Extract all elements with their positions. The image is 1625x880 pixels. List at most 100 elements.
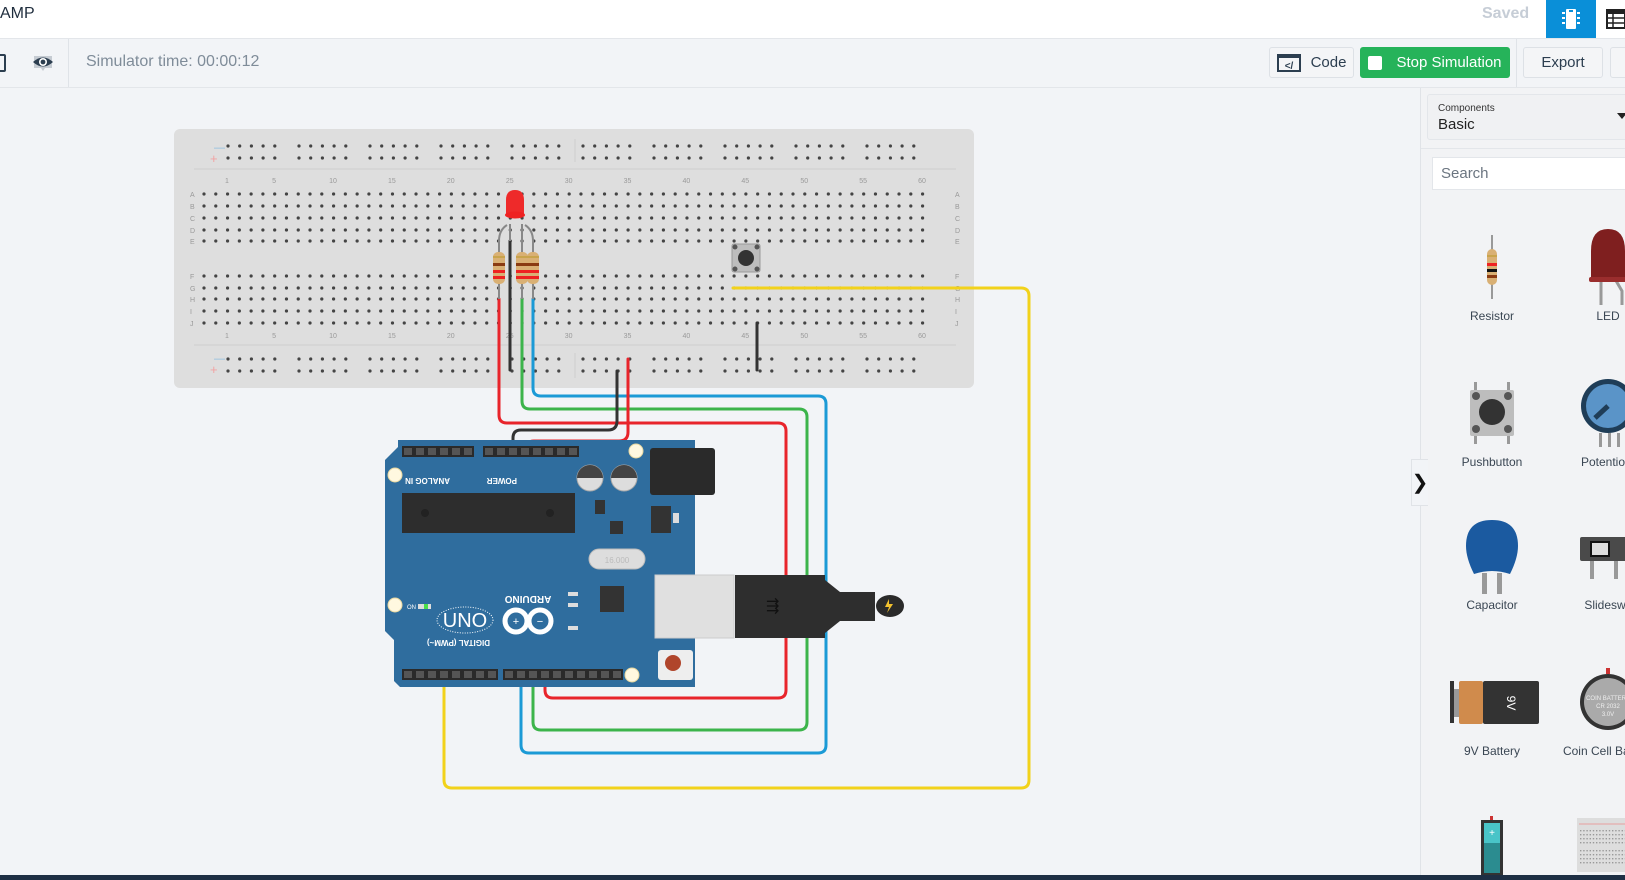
breadboard-hole [296, 297, 300, 301]
row-letter: A [190, 192, 195, 199]
breadboard-hole [626, 274, 630, 278]
component-search-input[interactable] [1432, 157, 1625, 190]
breadboard-hole [402, 286, 406, 290]
breadboard-hole [461, 239, 465, 243]
export-button[interactable]: Export [1523, 47, 1603, 78]
rail-hole [664, 357, 668, 361]
rail-hole [486, 156, 490, 160]
breadboard-hole [555, 286, 560, 290]
pushbutton-component[interactable] [731, 243, 761, 273]
column-number: 55 [859, 178, 867, 185]
breadboard-hole [720, 239, 724, 243]
component-slideswitch[interactable]: Slideswit [1553, 516, 1625, 613]
breadboard-hole [885, 192, 889, 196]
circuit-view-tab[interactable] [1546, 0, 1596, 38]
svg-text:POWER: POWER [487, 476, 517, 485]
breadboard-hole [296, 286, 300, 290]
header-pin [404, 671, 412, 678]
project-title[interactable]: AMP [0, 5, 35, 23]
schematic-list-tab[interactable] [1606, 6, 1625, 32]
breadboard-hole [237, 309, 241, 313]
breadboard-hole [237, 228, 241, 232]
component-coin-cell[interactable]: COIN BATTERY CR 2032 3.0V Coin Cell Batt… [1553, 662, 1625, 759]
rail-hole [320, 369, 324, 373]
code-button[interactable]: </ Code [1269, 47, 1354, 78]
rail-hole [226, 369, 230, 373]
components-category-select[interactable]: Components Basic [1427, 94, 1625, 140]
component-pushbutton[interactable]: Pushbutton [1437, 373, 1547, 470]
rail-hole [841, 369, 845, 373]
rail-hole [380, 357, 384, 361]
breadboard-hole [296, 321, 300, 325]
component-aa-battery[interactable]: + [1437, 816, 1547, 876]
breadboard-hole [202, 274, 206, 278]
component-resistor[interactable]: Resistor [1437, 227, 1547, 324]
row-letter: C [190, 216, 195, 223]
breadboard-hole [308, 192, 312, 196]
breadboard-hole [779, 204, 783, 208]
component-capacitor[interactable]: Capacitor [1437, 516, 1547, 613]
panel-collapse-toggle[interactable]: ❯ [1411, 459, 1428, 506]
rail-plus-bottom: + [210, 362, 218, 377]
category-select-label: Components [1438, 103, 1495, 114]
frame-icon[interactable] [0, 53, 8, 73]
breadboard-hole [791, 204, 795, 208]
svg-text:ANALOG IN: ANALOG IN [405, 476, 450, 485]
rail-hole [912, 156, 916, 160]
breadboard-hole [614, 321, 618, 325]
breadboard-body [174, 129, 974, 388]
breadboard-hole [390, 239, 395, 243]
row-letter: E [190, 239, 195, 246]
breadboard-hole [650, 321, 654, 325]
breadboard-hole [273, 239, 277, 243]
breadboard-hole [390, 216, 395, 220]
breadboard[interactable]: — + — + 11551010151520202525303035354040… [174, 129, 974, 388]
breadboard-hole [897, 297, 901, 301]
breadboard-hole [485, 321, 489, 325]
svg-text:DIGITAL (PWM~): DIGITAL (PWM~) [427, 638, 490, 647]
breadboard-hole [838, 274, 842, 278]
rail-hole [226, 144, 230, 148]
header-pin [416, 671, 424, 678]
rail-hole [699, 144, 703, 148]
breadboard-hole [803, 239, 807, 243]
breadboard-hole [638, 192, 642, 196]
svg-text:9V: 9V [1504, 696, 1518, 711]
breadboard-hole [791, 216, 795, 220]
stop-simulation-button[interactable]: Stop Simulation [1360, 47, 1510, 78]
breadboard-hole [249, 216, 253, 220]
usb-cable-plug[interactable] [735, 575, 825, 638]
rail-hole [888, 357, 893, 361]
breadboard-hole [614, 274, 618, 278]
breadboard-hole [261, 297, 265, 301]
breadboard-hole [343, 216, 347, 220]
breadboard-hole [273, 321, 277, 325]
breadboard-hole [920, 192, 925, 196]
breadboard-hole [296, 274, 300, 278]
breadboard-hole [296, 239, 300, 243]
breadboard-hole [779, 239, 783, 243]
share-button[interactable] [1610, 47, 1625, 78]
workspace-canvas[interactable]: — + — + 1 1 5 5 10 10 15 15 20 20 25 25 30 30 35 35 40 40… [0, 88, 1420, 875]
component-9v-battery[interactable]: 9V 9V Battery [1437, 662, 1547, 759]
breadboard-hole [579, 192, 583, 196]
header-pin [452, 671, 460, 678]
breadboard-hole [308, 286, 312, 290]
breadboard-hole [791, 274, 795, 278]
breadboard-hole [555, 228, 560, 232]
breadboard-hole [379, 286, 383, 290]
component-led[interactable]: LED [1553, 227, 1625, 324]
breadboard-hole [555, 309, 560, 313]
breadboard-hole [779, 309, 783, 313]
export-button-label: Export [1541, 54, 1585, 71]
component-breadboard[interactable] [1553, 816, 1625, 876]
component-potentiometer[interactable]: Potentiom [1553, 373, 1625, 470]
breadboard-hole [261, 239, 265, 243]
analog-header [402, 446, 474, 457]
eye-icon[interactable] [31, 51, 55, 75]
svg-text:COIN BATTERY: COIN BATTERY [1586, 696, 1625, 702]
breadboard-hole [214, 297, 218, 301]
breadboard-hole [331, 286, 336, 290]
breadboard-hole [826, 309, 830, 313]
breadboard-hole [532, 204, 536, 208]
